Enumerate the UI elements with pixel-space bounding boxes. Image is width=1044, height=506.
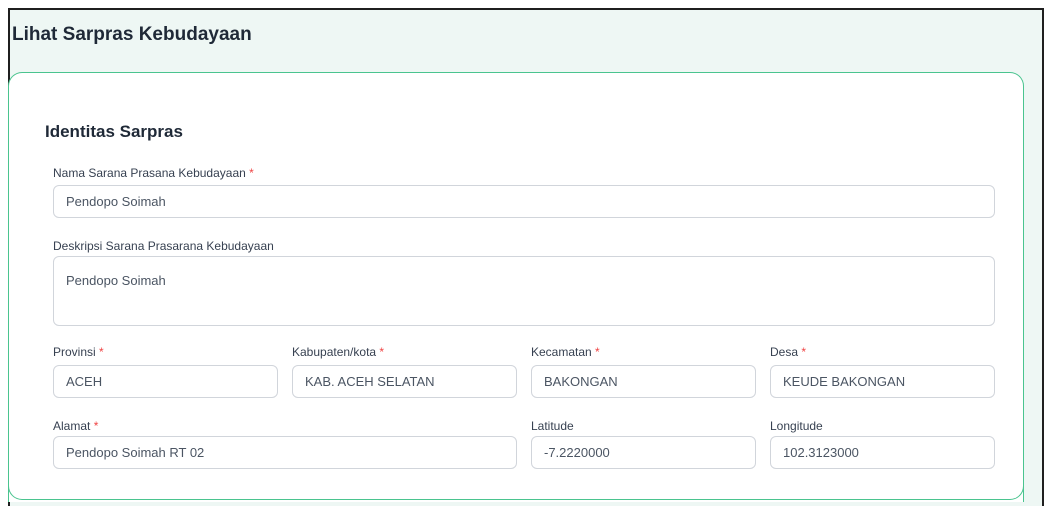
- kabupaten-label-text: Kabupaten/kota: [292, 345, 377, 359]
- longitude-value: 102.3123000: [783, 445, 859, 460]
- alamat-value: Pendopo Soimah RT 02: [66, 445, 205, 460]
- kecamatan-value: BAKONGAN: [544, 374, 618, 389]
- alamat-input[interactable]: Pendopo Soimah RT 02: [53, 436, 517, 469]
- latitude-input[interactable]: -7.2220000: [531, 436, 756, 469]
- deskripsi-value: Pendopo Soimah: [66, 273, 166, 288]
- kabupaten-value: KAB. ACEH SELATAN: [305, 374, 435, 389]
- section-title: Identitas Sarpras: [45, 122, 183, 141]
- latitude-label: Latitude: [531, 419, 574, 433]
- kabupaten-label: Kabupaten/kota *: [292, 345, 384, 359]
- deskripsi-textarea[interactable]: Pendopo Soimah: [53, 256, 995, 326]
- kabupaten-input[interactable]: KAB. ACEH SELATAN: [292, 365, 517, 398]
- kecamatan-required-mark: *: [595, 345, 600, 359]
- kabupaten-required-mark: *: [379, 345, 385, 359]
- nama-label: Nama Sarana Prasana Kebudayaan *: [53, 166, 254, 180]
- latitude-label-text: Latitude: [531, 419, 574, 433]
- latitude-value: -7.2220000: [544, 445, 610, 460]
- desa-value: KEUDE BAKONGAN: [783, 374, 906, 389]
- longitude-input[interactable]: 102.3123000: [770, 436, 995, 469]
- page-title: Lihat Sarpras Kebudayaan: [12, 24, 252, 45]
- longitude-label-text: Longitude: [770, 419, 823, 433]
- alamat-required-mark: *: [93, 419, 99, 433]
- kecamatan-label: Kecamatan *: [531, 345, 600, 359]
- provinsi-value: ACEH: [66, 374, 103, 389]
- nama-input[interactable]: Pendopo Soimah: [53, 185, 995, 218]
- nama-required-mark: *: [249, 166, 254, 180]
- nama-value: Pendopo Soimah: [66, 194, 166, 209]
- kecamatan-label-text: Kecamatan: [531, 345, 592, 359]
- card-bottom-edge: [8, 470, 1024, 500]
- desa-label-text: Desa: [770, 345, 799, 359]
- kecamatan-input[interactable]: BAKONGAN: [531, 365, 756, 398]
- alamat-label-text: Alamat: [53, 419, 91, 433]
- provinsi-input[interactable]: ACEH: [53, 365, 278, 398]
- deskripsi-label-text: Deskripsi Sarana Prasarana Kebudayaan: [53, 239, 274, 253]
- desa-required-mark: *: [801, 345, 807, 359]
- desa-label: Desa *: [770, 345, 806, 359]
- provinsi-label-text: Provinsi: [53, 345, 96, 359]
- alamat-label: Alamat *: [53, 419, 98, 433]
- provinsi-required-mark: *: [99, 345, 104, 359]
- desa-input[interactable]: KEUDE BAKONGAN: [770, 365, 995, 398]
- longitude-label: Longitude: [770, 419, 823, 433]
- nama-label-text: Nama Sarana Prasana Kebudayaan: [53, 166, 246, 180]
- provinsi-label: Provinsi *: [53, 345, 104, 359]
- deskripsi-label: Deskripsi Sarana Prasarana Kebudayaan: [53, 239, 274, 253]
